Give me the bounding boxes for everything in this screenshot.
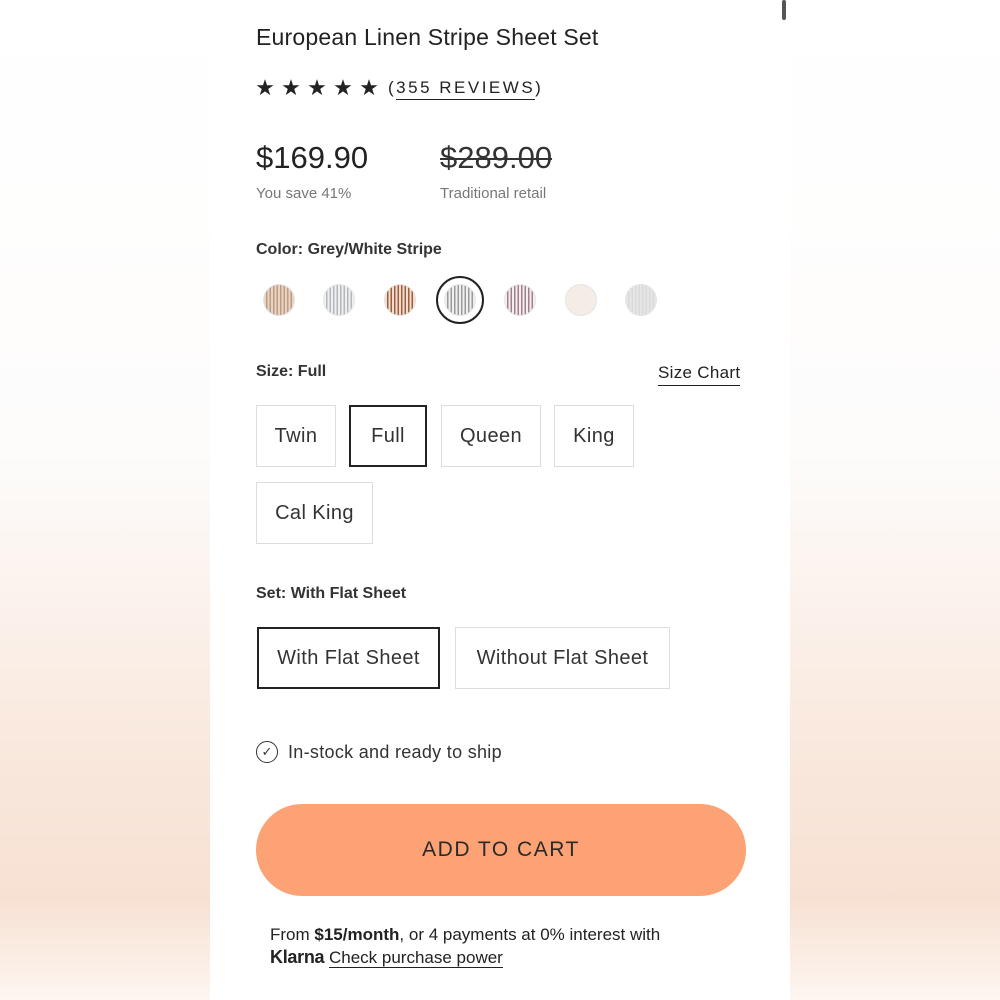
- color-label-key: Color:: [256, 241, 304, 258]
- color-swatch-tan-stripe[interactable]: [263, 284, 295, 316]
- size-label-value: Full: [297, 363, 327, 380]
- color-label-value: Grey/White Stripe: [307, 241, 442, 258]
- color-swatch-mauve-stripe[interactable]: [504, 284, 536, 316]
- star-icon: ★: [255, 75, 275, 100]
- scrollbar[interactable]: [782, 0, 786, 20]
- size-option-king[interactable]: King: [554, 405, 634, 467]
- star-icon: ★: [281, 75, 301, 100]
- klarna-prefix: From: [270, 925, 315, 944]
- set-option-with-flat-sheet[interactable]: With Flat Sheet: [257, 627, 440, 689]
- color-label: Color: Grey/White Stripe: [256, 241, 442, 259]
- star-icon: ★: [333, 75, 353, 100]
- left-background: [0, 0, 212, 1000]
- rating-row[interactable]: ★ ★ ★ ★ ★ (355 REVIEWS): [252, 76, 543, 100]
- klarna-message: From $15/month, or 4 payments at 0% inte…: [270, 924, 660, 969]
- klarna-logo: Klarna: [270, 947, 325, 967]
- reviews-link-wrapper[interactable]: (355 REVIEWS): [388, 78, 544, 100]
- set-label-key: Set:: [256, 585, 287, 602]
- reviews-open-paren: (: [388, 78, 397, 97]
- size-label-key: Size:: [256, 363, 294, 380]
- set-option-without-flat-sheet[interactable]: Without Flat Sheet: [455, 627, 670, 689]
- size-option-full[interactable]: Full: [349, 405, 427, 467]
- color-swatches: [260, 276, 680, 324]
- size-chart-link[interactable]: Size Chart: [658, 363, 741, 386]
- size-label: Size: Full: [256, 363, 326, 381]
- color-swatch-light-grey[interactable]: [625, 284, 657, 316]
- reviews-close-paren: ): [535, 78, 544, 97]
- klarna-check-link[interactable]: Check purchase power: [328, 948, 503, 968]
- set-label: Set: With Flat Sheet: [256, 585, 406, 603]
- reviews-link[interactable]: 355 REVIEWS: [396, 78, 536, 100]
- klarna-suffix: , or 4 payments at 0% interest with: [399, 925, 661, 944]
- savings-text: You save 41%: [256, 185, 352, 202]
- klarna-amount: $15/month: [314, 925, 400, 944]
- color-swatch-grey-white-stripe[interactable]: [444, 284, 476, 316]
- add-to-cart-button[interactable]: ADD TO CART: [256, 804, 746, 896]
- product-title: European Linen Stripe Sheet Set: [256, 24, 599, 50]
- right-background: [788, 0, 1000, 1000]
- color-swatch-grey-stripe-light[interactable]: [323, 284, 355, 316]
- original-price-label: Traditional retail: [440, 185, 547, 202]
- size-option-queen[interactable]: Queen: [441, 405, 541, 467]
- set-label-value: With Flat Sheet: [290, 585, 407, 602]
- color-swatch-rust-stripe[interactable]: [384, 284, 416, 316]
- product-panel: European Linen Stripe Sheet Set ★ ★ ★ ★ …: [210, 0, 790, 1000]
- star-icon: ★: [359, 75, 379, 100]
- klarna-line-1: From $15/month, or 4 payments at 0% inte…: [270, 924, 660, 946]
- original-price: $289.00: [440, 140, 553, 175]
- star-icon: ★: [307, 75, 327, 100]
- size-option-cal-king[interactable]: Cal King: [256, 482, 373, 544]
- klarna-line-2: Klarna Check purchase power: [270, 946, 660, 969]
- check-circle-icon: ✓: [256, 741, 278, 763]
- size-option-twin[interactable]: Twin: [256, 405, 336, 467]
- stock-text: In-stock and ready to ship: [288, 741, 502, 762]
- color-swatch-cream[interactable]: [565, 284, 597, 316]
- stock-status: ✓ In-stock and ready to ship: [256, 741, 502, 763]
- sale-price: $169.90: [256, 140, 369, 175]
